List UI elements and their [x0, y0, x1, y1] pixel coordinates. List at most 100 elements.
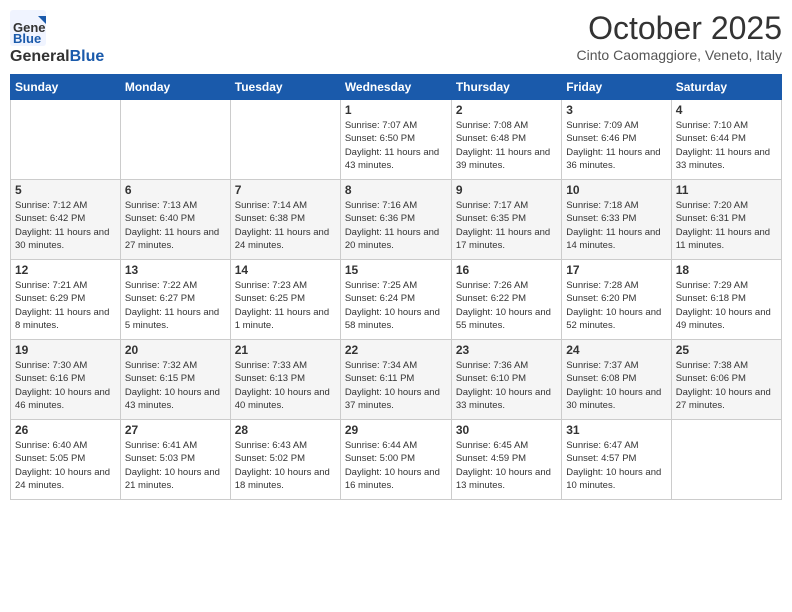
calendar-cell: 22Sunrise: 7:34 AM Sunset: 6:11 PM Dayli…: [340, 340, 451, 420]
day-info: Sunrise: 7:22 AM Sunset: 6:27 PM Dayligh…: [125, 279, 226, 332]
calendar-cell: 3 Sunrise: 7:09 AM Sunset: 6:46 PM Daylig…: [562, 100, 671, 180]
day-number: 28: [235, 423, 336, 437]
calendar-title: October 2025: [577, 10, 782, 47]
calendar-body: 1 Sunrise: 7:07 AM Sunset: 6:50 PM Daylig…: [11, 100, 782, 500]
day-number: 9: [456, 183, 557, 197]
logo-icon: General Blue: [10, 10, 46, 46]
calendar-cell: 1 Sunrise: 7:07 AM Sunset: 6:50 PM Daylig…: [340, 100, 451, 180]
day-number: 31: [566, 423, 666, 437]
day-info: Sunrise: 7:38 AM Sunset: 6:06 PM Dayligh…: [676, 359, 777, 412]
calendar-cell: [671, 420, 781, 500]
calendar-cell: 11Sunrise: 7:20 AM Sunset: 6:31 PM Dayli…: [671, 180, 781, 260]
day-info: Sunrise: 6:43 AM Sunset: 5:02 PM Dayligh…: [235, 439, 336, 492]
day-number: 19: [15, 343, 116, 357]
day-info: Sunrise: 7:36 AM Sunset: 6:10 PM Dayligh…: [456, 359, 557, 412]
calendar-cell: 15 Sunrise: 7:25 AM Sunset: 6:24 PM Dayli…: [340, 260, 451, 340]
calendar-cell: 5 Sunrise: 7:12 AM Sunset: 6:42 PM Daylig…: [11, 180, 121, 260]
day-number: 20: [125, 343, 226, 357]
day-number: 4: [676, 103, 777, 117]
day-info: Sunrise: 7:20 AM Sunset: 6:31 PM Dayligh…: [676, 199, 777, 252]
title-area: October 2025 Cinto Caomaggiore, Veneto, …: [577, 10, 782, 63]
calendar-week-4: 19 Sunrise: 7:30 AM Sunset: 6:16 PM Dayli…: [11, 340, 782, 420]
day-info: Sunrise: 6:47 AM Sunset: 4:57 PM Dayligh…: [566, 439, 666, 492]
day-number: 3: [566, 103, 666, 117]
calendar-table: Sunday Monday Tuesday Wednesday Thursday…: [10, 74, 782, 500]
calendar-cell: 9Sunrise: 7:17 AM Sunset: 6:35 PM Daylig…: [451, 180, 561, 260]
day-info: Sunrise: 7:12 AM Sunset: 6:42 PM Dayligh…: [15, 199, 116, 252]
page-header: General Blue General Blue October 2025 C…: [10, 10, 782, 66]
calendar-cell: [230, 100, 340, 180]
calendar-cell: 17 Sunrise: 7:28 AM Sunset: 6:20 PM Dayli…: [562, 260, 671, 340]
day-number: 30: [456, 423, 557, 437]
calendar-cell: 23 Sunrise: 7:36 AM Sunset: 6:10 PM Dayli…: [451, 340, 561, 420]
day-info: Sunrise: 7:37 AM Sunset: 6:08 PM Dayligh…: [566, 359, 666, 412]
day-number: 27: [125, 423, 226, 437]
calendar-week-5: 26Sunrise: 6:40 AM Sunset: 5:05 PM Dayli…: [11, 420, 782, 500]
calendar-cell: 19 Sunrise: 7:30 AM Sunset: 6:16 PM Dayli…: [11, 340, 121, 420]
calendar-cell: 10Sunrise: 7:18 AM Sunset: 6:33 PM Dayli…: [562, 180, 671, 260]
calendar-cell: 25Sunrise: 7:38 AM Sunset: 6:06 PM Dayli…: [671, 340, 781, 420]
calendar-cell: 18 Sunrise: 7:29 AM Sunset: 6:18 PM Dayli…: [671, 260, 781, 340]
header-wednesday: Wednesday: [340, 75, 451, 100]
day-info: Sunrise: 7:26 AM Sunset: 6:22 PM Dayligh…: [456, 279, 557, 332]
day-number: 8: [345, 183, 447, 197]
day-info: Sunrise: 7:23 AM Sunset: 6:25 PM Dayligh…: [235, 279, 336, 332]
day-number: 15: [345, 263, 447, 277]
calendar-cell: 29 Sunrise: 6:44 AM Sunset: 5:00 PM Dayli…: [340, 420, 451, 500]
day-number: 2: [456, 103, 557, 117]
header-monday: Monday: [120, 75, 230, 100]
day-info: Sunrise: 7:07 AM Sunset: 6:50 PM Dayligh…: [345, 119, 447, 172]
calendar-cell: 8Sunrise: 7:16 AM Sunset: 6:36 PM Daylig…: [340, 180, 451, 260]
calendar-cell: 26Sunrise: 6:40 AM Sunset: 5:05 PM Dayli…: [11, 420, 121, 500]
calendar-cell: 4 Sunrise: 7:10 AM Sunset: 6:44 PM Daylig…: [671, 100, 781, 180]
day-info: Sunrise: 7:14 AM Sunset: 6:38 PM Dayligh…: [235, 199, 336, 252]
calendar-week-1: 1 Sunrise: 7:07 AM Sunset: 6:50 PM Daylig…: [11, 100, 782, 180]
calendar-week-3: 12 Sunrise: 7:21 AM Sunset: 6:29 PM Dayli…: [11, 260, 782, 340]
day-info: Sunrise: 7:25 AM Sunset: 6:24 PM Dayligh…: [345, 279, 447, 332]
svg-text:Blue: Blue: [13, 31, 41, 46]
day-info: Sunrise: 7:10 AM Sunset: 6:44 PM Dayligh…: [676, 119, 777, 172]
calendar-subtitle: Cinto Caomaggiore, Veneto, Italy: [577, 47, 782, 63]
header-saturday: Saturday: [671, 75, 781, 100]
day-number: 16: [456, 263, 557, 277]
day-info: Sunrise: 7:28 AM Sunset: 6:20 PM Dayligh…: [566, 279, 666, 332]
day-number: 24: [566, 343, 666, 357]
calendar-cell: [120, 100, 230, 180]
day-number: 22: [345, 343, 447, 357]
calendar-cell: [11, 100, 121, 180]
day-number: 29: [345, 423, 447, 437]
day-number: 17: [566, 263, 666, 277]
day-number: 5: [15, 183, 116, 197]
day-info: Sunrise: 6:41 AM Sunset: 5:03 PM Dayligh…: [125, 439, 226, 492]
day-number: 18: [676, 263, 777, 277]
calendar-cell: 28 Sunrise: 6:43 AM Sunset: 5:02 PM Dayli…: [230, 420, 340, 500]
day-number: 1: [345, 103, 447, 117]
header-row: Sunday Monday Tuesday Wednesday Thursday…: [11, 75, 782, 100]
day-number: 6: [125, 183, 226, 197]
header-thursday: Thursday: [451, 75, 561, 100]
calendar-cell: 16 Sunrise: 7:26 AM Sunset: 6:22 PM Dayli…: [451, 260, 561, 340]
calendar-week-2: 5 Sunrise: 7:12 AM Sunset: 6:42 PM Daylig…: [11, 180, 782, 260]
calendar-cell: 30Sunrise: 6:45 AM Sunset: 4:59 PM Dayli…: [451, 420, 561, 500]
calendar-cell: 14Sunrise: 7:23 AM Sunset: 6:25 PM Dayli…: [230, 260, 340, 340]
calendar-cell: 31 Sunrise: 6:47 AM Sunset: 4:57 PM Dayli…: [562, 420, 671, 500]
calendar-cell: 7Sunrise: 7:14 AM Sunset: 6:38 PM Daylig…: [230, 180, 340, 260]
header-tuesday: Tuesday: [230, 75, 340, 100]
calendar-cell: 20Sunrise: 7:32 AM Sunset: 6:15 PM Dayli…: [120, 340, 230, 420]
day-info: Sunrise: 7:13 AM Sunset: 6:40 PM Dayligh…: [125, 199, 226, 252]
day-info: Sunrise: 7:08 AM Sunset: 6:48 PM Dayligh…: [456, 119, 557, 172]
day-number: 12: [15, 263, 116, 277]
day-info: Sunrise: 6:44 AM Sunset: 5:00 PM Dayligh…: [345, 439, 447, 492]
calendar-cell: 2 Sunrise: 7:08 AM Sunset: 6:48 PM Daylig…: [451, 100, 561, 180]
logo: General Blue General Blue: [10, 10, 104, 66]
header-sunday: Sunday: [11, 75, 121, 100]
day-number: 21: [235, 343, 336, 357]
calendar-cell: 13Sunrise: 7:22 AM Sunset: 6:27 PM Dayli…: [120, 260, 230, 340]
day-info: Sunrise: 7:30 AM Sunset: 6:16 PM Dayligh…: [15, 359, 116, 412]
day-info: Sunrise: 7:29 AM Sunset: 6:18 PM Dayligh…: [676, 279, 777, 332]
day-number: 23: [456, 343, 557, 357]
calendar-header: Sunday Monday Tuesday Wednesday Thursday…: [11, 75, 782, 100]
day-info: Sunrise: 7:21 AM Sunset: 6:29 PM Dayligh…: [15, 279, 116, 332]
day-info: Sunrise: 7:09 AM Sunset: 6:46 PM Dayligh…: [566, 119, 666, 172]
day-info: Sunrise: 7:33 AM Sunset: 6:13 PM Dayligh…: [235, 359, 336, 412]
